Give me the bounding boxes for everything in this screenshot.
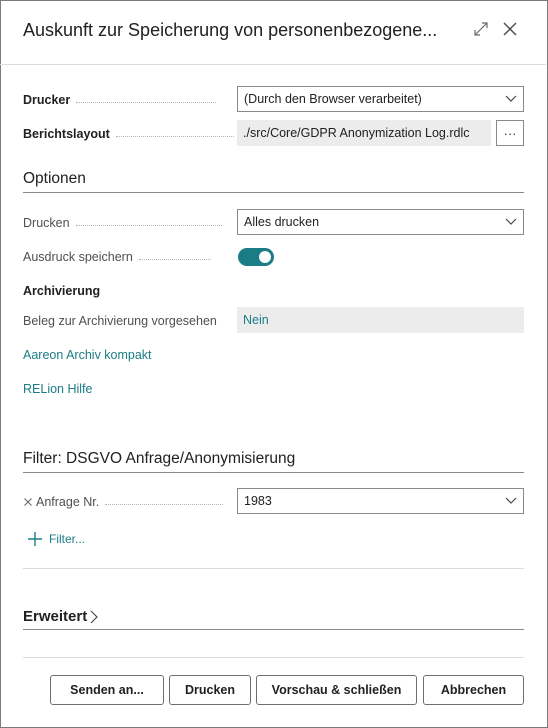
filter-field-select[interactable]: 1983: [237, 488, 524, 514]
options-section-title[interactable]: Optionen: [23, 170, 86, 188]
filter-section-title[interactable]: Filter: DSGVO Anfrage/Anonymisierung: [23, 450, 295, 468]
close-icon[interactable]: [498, 17, 522, 41]
add-filter-label: Filter...: [49, 532, 86, 546]
filter-field-label: Anfrage Nr.: [23, 494, 224, 510]
report-layout-more-button[interactable]: ···: [496, 120, 524, 146]
more-icon: ···: [503, 125, 517, 141]
relion-help-link[interactable]: RELion Hilfe: [23, 382, 92, 396]
remove-filter-icon[interactable]: [23, 497, 33, 507]
filter-bottom-separator: [23, 568, 524, 569]
footer-separator: [23, 657, 524, 658]
toggle-knob: [259, 251, 271, 263]
send-to-button[interactable]: Senden an...: [50, 675, 164, 705]
save-printout-toggle[interactable]: [238, 248, 274, 266]
preview-close-button[interactable]: Vorschau & schließen: [256, 675, 417, 705]
report-layout-label: Berichtslayout: [23, 126, 234, 142]
printer-select[interactable]: (Durch den Browser verarbeitet): [237, 86, 524, 112]
archive-label: Beleg zur Archivierung vorgesehen: [23, 314, 217, 328]
print-button[interactable]: Drucken: [169, 675, 251, 705]
report-layout-field: ./src/Core/GDPR Anonymization Log.rdlc: [237, 120, 491, 146]
filter-field-value: 1983: [244, 494, 272, 508]
chevron-right-icon: [90, 610, 99, 624]
chevron-down-icon: [505, 215, 517, 229]
printer-value: (Durch den Browser verarbeitet): [244, 92, 422, 106]
print-select[interactable]: Alles drucken: [237, 209, 524, 235]
dialog-title: Auskunft zur Speicherung von personenbez…: [23, 20, 438, 40]
advanced-section-toggle[interactable]: Erweitert: [23, 608, 99, 625]
expand-icon[interactable]: [469, 17, 493, 41]
add-filter-button[interactable]: Filter...: [28, 532, 85, 546]
archive-heading: Archivierung: [23, 284, 101, 298]
title-separator: [0, 64, 546, 65]
print-label: Drucken: [23, 215, 222, 231]
advanced-divider: [23, 629, 524, 630]
advanced-section-title: Erweitert: [23, 608, 88, 625]
aareon-archiv-link[interactable]: Aareon Archiv kompakt: [23, 348, 152, 362]
print-value: Alles drucken: [244, 215, 320, 229]
filter-divider: [23, 472, 524, 473]
archive-value[interactable]: Nein: [243, 313, 518, 327]
plus-icon: [28, 532, 42, 546]
cancel-button[interactable]: Abbrechen: [423, 675, 524, 705]
chevron-down-icon: [505, 494, 517, 508]
save-printout-label: Ausdruck speichern: [23, 249, 211, 265]
options-divider: [23, 192, 524, 193]
archive-value-field: Nein: [237, 307, 524, 333]
chevron-down-icon: [505, 92, 517, 106]
printer-label: Drucker: [23, 92, 217, 108]
report-layout-value: ./src/Core/GDPR Anonymization Log.rdlc: [243, 126, 470, 140]
